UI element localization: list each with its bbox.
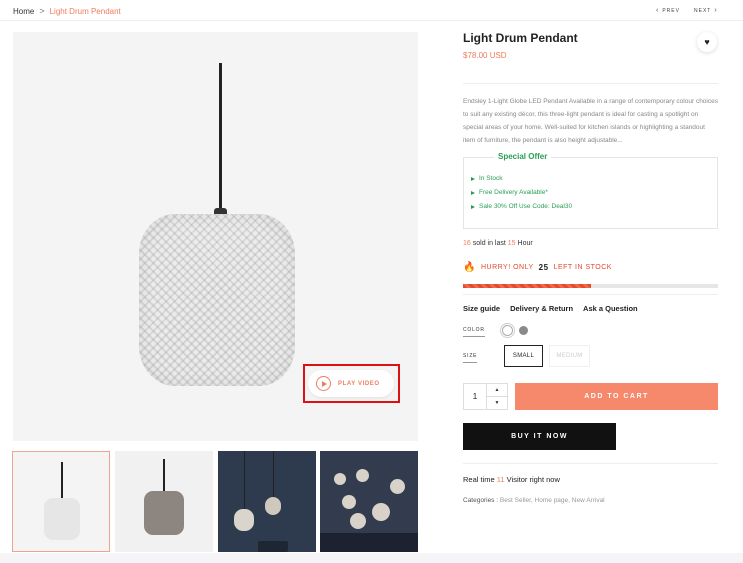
prev-label: PREV	[662, 7, 680, 14]
special-offer-title: Special Offer	[494, 152, 552, 161]
thumbnail-table	[258, 541, 288, 552]
product-description: Endsley 1-Light Globe LED Pendant Availa…	[463, 98, 718, 144]
fire-icon: 🔥	[463, 262, 476, 273]
quantity-steps: ▲ ▼	[486, 384, 507, 409]
tab-ask-question[interactable]: Ask a Question	[583, 304, 638, 313]
next-label: NEXT	[694, 7, 712, 14]
page-bottom-strip	[0, 553, 743, 563]
category-links[interactable]: Best Seller, Home page, New Arrival	[500, 497, 605, 504]
thumbnail-table	[320, 533, 418, 552]
thumbnail-1[interactable]	[12, 451, 110, 552]
color-swatch-grey[interactable]	[519, 326, 528, 335]
breadcrumb: Home > Light Drum Pendant	[13, 6, 121, 16]
buy-now-button[interactable]: BUY IT NOW	[463, 423, 616, 450]
divider	[463, 294, 718, 295]
offer-item-text: Sale 30% Off Use Code: Deal30	[479, 203, 573, 210]
visitor-count: 11	[496, 475, 505, 484]
thumbnail-3[interactable]	[218, 451, 316, 552]
product-price: $78.00 USD	[463, 51, 507, 60]
product-title: Light Drum Pendant	[463, 31, 578, 45]
thumbnail-shade	[334, 473, 346, 485]
visitor-counter: Real time 11 Visitor right now	[463, 475, 560, 484]
quantity-stepper[interactable]: 1 ▲ ▼	[463, 383, 508, 410]
thumbnail-shade	[372, 503, 390, 521]
stock-warning: 🔥 HURRY! ONLY 25 LEFT IN STOCK	[463, 262, 612, 273]
categories: Categories : Best Seller, Home page, New…	[463, 497, 605, 504]
thumbnail-cord	[61, 462, 63, 500]
thumbnail-shade	[44, 498, 80, 540]
offer-item-text: Free Delivery Available*	[479, 189, 548, 196]
quantity-increase-button[interactable]: ▲	[487, 384, 507, 396]
thumbnail-cord	[163, 459, 165, 493]
play-video-button[interactable]: PLAY VIDEO	[308, 370, 394, 397]
quantity-decrease-button[interactable]: ▼	[487, 396, 507, 409]
sold-unit: Hour	[517, 240, 533, 247]
thumbnail-shade	[265, 497, 281, 515]
bullet-arrow-icon	[471, 176, 475, 181]
offer-item: Sale 30% Off Use Code: Deal30	[471, 203, 572, 210]
stock-suffix: LEFT IN STOCK	[553, 264, 612, 271]
chevron-left-icon: ‹	[656, 7, 660, 14]
play-video-label: PLAY VIDEO	[338, 380, 380, 387]
stock-progress-bar	[463, 284, 718, 288]
play-icon	[316, 376, 331, 391]
color-label: COLOR	[463, 327, 485, 337]
thumbnail-shade	[144, 491, 184, 535]
size-option-small[interactable]: SMALL	[504, 345, 543, 367]
bullet-arrow-icon	[471, 204, 475, 209]
stock-progress-fill	[463, 284, 591, 288]
wishlist-button[interactable]: ♥	[697, 32, 717, 52]
offer-item-text: In Stock	[479, 175, 503, 182]
breadcrumb-home-link[interactable]: Home	[13, 7, 34, 16]
breadcrumb-current: Light Drum Pendant	[49, 6, 121, 16]
breadcrumb-separator: >	[39, 6, 45, 16]
divider	[463, 83, 718, 84]
sold-count: 16	[463, 240, 471, 247]
add-to-cart-button[interactable]: ADD TO CART	[515, 383, 718, 410]
thumbnail-4[interactable]	[320, 451, 418, 552]
thumbnail-shade	[234, 509, 254, 531]
thumbnail-2[interactable]	[115, 451, 213, 552]
sold-mid-text: sold in last	[472, 240, 506, 247]
tab-size-guide[interactable]: Size guide	[463, 304, 500, 313]
header-divider	[0, 20, 743, 21]
color-swatch-white[interactable]	[502, 325, 513, 336]
tab-delivery-return[interactable]: Delivery & Return	[510, 304, 573, 313]
bullet-arrow-icon	[471, 190, 475, 195]
stock-prefix: HURRY! ONLY	[480, 264, 534, 271]
categories-label: Categories :	[463, 497, 499, 504]
chevron-right-icon: ›	[714, 7, 718, 14]
next-product-link[interactable]: NEXT ›	[694, 7, 718, 14]
thumbnail-cord	[273, 451, 274, 499]
pendant-cord	[219, 63, 222, 213]
size-label: SIZE	[463, 353, 478, 363]
offer-item: In Stock	[471, 175, 502, 182]
heart-icon: ♥	[704, 37, 710, 47]
thumbnail-cord	[244, 451, 245, 511]
thumbnail-shade	[350, 513, 366, 529]
thumbnail-shade	[390, 479, 405, 494]
sold-hours: 15	[507, 240, 516, 247]
thumbnail-shade	[342, 495, 356, 509]
pendant-shade	[139, 214, 295, 386]
visitor-suffix: Visitor right now	[506, 475, 560, 484]
quantity-input[interactable]: 1	[464, 384, 486, 409]
prev-product-link[interactable]: ‹ PREV	[656, 7, 680, 14]
thumbnail-shade	[356, 469, 369, 482]
offer-item: Free Delivery Available*	[471, 189, 548, 196]
stock-count: 25	[538, 263, 549, 272]
divider	[463, 463, 718, 464]
size-option-medium[interactable]: MEDIUM	[549, 345, 590, 367]
sold-counter: 16 sold in last 15 Hour	[463, 240, 533, 247]
info-tabs: Size guide Delivery & Return Ask a Quest…	[463, 304, 638, 313]
visitor-prefix: Real time	[463, 475, 495, 484]
product-page: Home > Light Drum Pendant ‹ PREV NEXT › …	[0, 0, 743, 563]
